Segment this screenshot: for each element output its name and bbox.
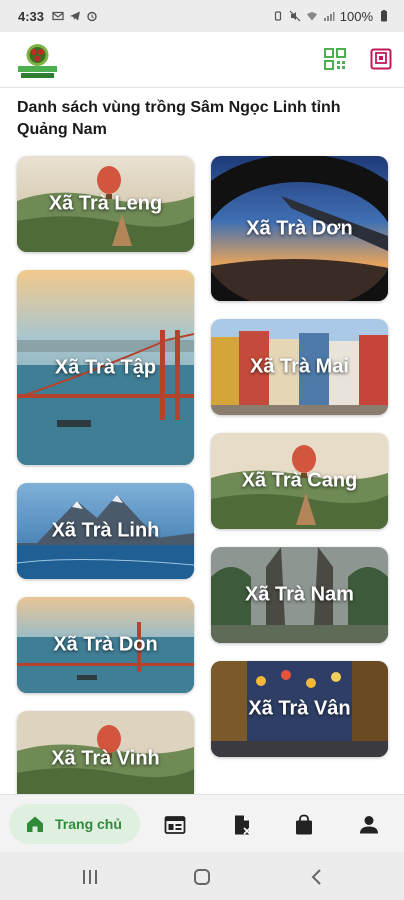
region-name: Xã Trà Dơn	[246, 217, 353, 239]
wifi-icon	[306, 12, 317, 21]
scan-icon[interactable]	[370, 48, 392, 70]
region-card-tra-don-2[interactable]: Xã Trà Dơn	[211, 156, 388, 301]
region-name: Xã Trà Nam	[245, 583, 354, 606]
region-card-tra-don[interactable]: Xã Trà Don	[17, 597, 194, 693]
signal-icon	[323, 12, 335, 21]
region-card-tra-cang[interactable]: Xã Trà Cang	[211, 433, 388, 529]
home-button-icon[interactable]	[193, 868, 211, 886]
recents-icon[interactable]	[81, 868, 99, 886]
app-bar	[0, 32, 404, 88]
news-icon[interactable]	[164, 814, 186, 836]
region-card-tra-tap[interactable]: Xã Trà Tập	[17, 270, 194, 465]
battery-icon	[381, 10, 387, 22]
region-name: Xã Trà Leng	[48, 192, 163, 215]
mute-icon	[289, 10, 301, 22]
vibrate-icon	[274, 11, 281, 21]
telegram-icon	[70, 11, 81, 21]
bottom-nav: Trang chủ	[0, 794, 404, 852]
home-icon	[27, 816, 43, 832]
region-name: Xã Trà Vân	[248, 697, 351, 720]
region-name: Xã Trà Mai	[250, 355, 349, 378]
app-logo[interactable]	[17, 40, 58, 80]
region-name: Xã Trà Cang	[241, 469, 358, 492]
status-bar: 4:33 100%	[0, 0, 404, 32]
nav-home-label: Trang chủ	[55, 816, 122, 832]
region-name: Xã Trà Vinh	[51, 747, 160, 770]
region-card-tra-leng[interactable]: Xã Trà Leng	[17, 156, 194, 252]
system-nav-bar	[0, 852, 404, 900]
gmail-icon	[52, 11, 64, 21]
region-card-tra-mai[interactable]: Xã Trà Mai	[211, 319, 388, 415]
document-icon[interactable]	[231, 814, 253, 836]
region-card-tra-nam[interactable]: Xã Trà Nam	[211, 547, 388, 643]
region-name: Xã Trà Don	[53, 633, 158, 656]
nav-home[interactable]: Trang chủ	[9, 804, 140, 844]
bag-icon[interactable]	[293, 814, 315, 836]
region-card-tra-linh[interactable]: Xã Trà Linh	[17, 483, 194, 579]
qr-code-icon[interactable]	[324, 48, 346, 70]
profile-icon[interactable]	[358, 814, 380, 836]
back-icon[interactable]	[308, 868, 326, 886]
status-time: 4:33	[18, 8, 45, 24]
region-card-tra-vinh[interactable]: Xã Trà Vinh	[17, 711, 194, 794]
alarm-icon	[87, 11, 97, 22]
region-card-tra-van[interactable]: Xã Trà Vân	[211, 661, 388, 757]
battery-percent: 100%	[339, 8, 373, 24]
region-name: Xã Trà Linh	[51, 519, 160, 542]
page-title: Danh sách vùng trồng Sâm Ngọc Linh tỉnh …	[17, 99, 341, 138]
region-name: Xã Trà Tập	[54, 356, 157, 378]
